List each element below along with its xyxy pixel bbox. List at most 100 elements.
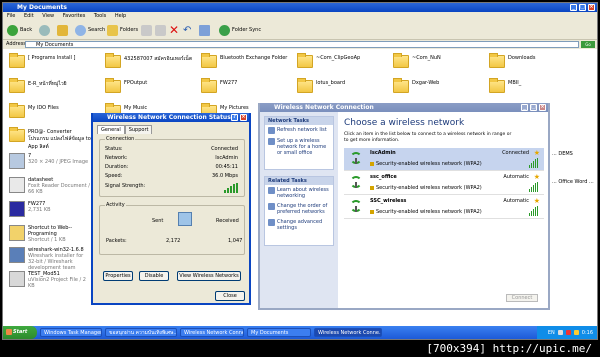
menu-edit[interactable]: Edit xyxy=(24,13,34,19)
list-item[interactable]: 7 320 × 240 / JPEG Image xyxy=(9,153,91,169)
list-item[interactable]: datasheet Foxit Reader Document / 66 KB xyxy=(9,177,91,195)
list-item[interactable]: MBII_ xyxy=(489,78,579,93)
close-button[interactable]: × xyxy=(588,4,595,11)
packets-sent-value: 2,172 xyxy=(166,238,181,244)
taskbar-item[interactable]: Wireless Network Conne... xyxy=(180,328,244,337)
folder-icon xyxy=(201,78,217,93)
list-item[interactable]: [ Programs Install ] xyxy=(9,53,99,68)
menu-view[interactable]: View xyxy=(42,13,54,19)
preferred-star-icon: ★ xyxy=(533,173,540,181)
folder-icon xyxy=(9,127,25,142)
list-item[interactable]: wireshark-win32-1.6.8 Wireshark installer… xyxy=(9,247,91,271)
tab-support[interactable]: Support xyxy=(124,125,153,134)
list-item[interactable]: FW277 2,731 KB xyxy=(9,201,91,217)
speaker-tray-icon[interactable] xyxy=(573,330,579,335)
wireless-antenna-icon xyxy=(350,200,362,212)
menu-favorites[interactable]: Favorites xyxy=(63,13,86,19)
list-item[interactable]: lotus_board xyxy=(297,78,387,93)
address-input[interactable]: My Documents xyxy=(25,41,579,48)
explorer-titlebar[interactable]: My Documents _ □ × xyxy=(3,3,597,12)
list-item[interactable]: My IDO Files xyxy=(9,103,99,118)
taskbar-item-active[interactable]: Wireless Network Conne... xyxy=(314,328,382,337)
network-tray-icon[interactable] xyxy=(557,330,563,335)
network-item-ssc-wireless[interactable]: SSC_wireless Automatic ★ Security-enable… xyxy=(344,196,544,219)
packets-received-value: 1,047 xyxy=(228,238,243,244)
refresh-icon xyxy=(268,127,275,134)
list-item[interactable]: Bluetooth Exchange Folder xyxy=(201,53,291,68)
start-button[interactable]: Start xyxy=(3,326,37,339)
exe-file-icon xyxy=(9,201,25,217)
language-indicator[interactable]: EN xyxy=(548,330,555,336)
properties-button[interactable]: Properties xyxy=(103,271,133,281)
list-item[interactable]: TEST_Mod51 uVision2 Project File / 2 KB xyxy=(9,271,91,289)
minimize-button[interactable]: _ xyxy=(570,4,577,11)
up-folder-button[interactable] xyxy=(57,24,68,36)
clipped-item-text: ... DEMS xyxy=(552,151,573,157)
view-wireless-networks-button[interactable]: View Wireless Networks xyxy=(177,271,241,281)
list-item[interactable]: FPOutput xyxy=(105,78,195,93)
list-item[interactable]: Downloads xyxy=(489,53,579,68)
maximize-button[interactable]: □ xyxy=(579,4,586,11)
close-dialog-button[interactable]: Close xyxy=(215,291,245,301)
received-label: Received xyxy=(216,218,239,224)
taskbar-item[interactable]: My Documents xyxy=(247,328,311,337)
disable-button[interactable]: Disable xyxy=(139,271,169,281)
status-titlebar[interactable]: Wireless Network Connection Status ? × xyxy=(93,113,249,122)
list-item[interactable]: FW277 xyxy=(201,78,291,93)
up-folder-icon xyxy=(57,24,68,36)
advanced-settings-link[interactable]: Change advanced settings xyxy=(265,217,333,233)
connect-button[interactable]: Connect xyxy=(506,294,538,302)
help-button[interactable]: ? xyxy=(231,114,238,121)
desktop-screen: My Documents _ □ × File Edit View Favori… xyxy=(2,2,598,340)
list-item[interactable]: ~Com_NuN xyxy=(393,53,483,68)
taskbar-item[interactable]: ขอสนุกผ่าน ความบันเทิงพิเศษ... xyxy=(105,328,177,337)
list-item[interactable]: PRO@- Converter โปรแกรม แปลงไฟล์ข้อมูล t… xyxy=(9,127,91,151)
tab-general[interactable]: General xyxy=(97,125,125,134)
network-item-ssc-office[interactable]: ssc_office Automatic ★ Security-enabled … xyxy=(344,172,544,195)
taskbar-item[interactable]: Windows Task Manager xyxy=(40,328,102,337)
status-value: Connected xyxy=(211,146,238,152)
folder-sync-button[interactable]: Folder Sync xyxy=(219,24,261,36)
lock-icon xyxy=(370,185,374,190)
change-order-link[interactable]: Change the order of preferred networks xyxy=(265,201,333,217)
go-button[interactable]: Go xyxy=(581,41,595,48)
menu-help[interactable]: Help xyxy=(115,13,126,19)
search-button[interactable]: Search xyxy=(75,24,105,36)
security-tray-icon[interactable] xyxy=(565,330,571,335)
signal-bars xyxy=(529,206,538,216)
close-button[interactable]: × xyxy=(539,104,546,111)
close-button[interactable]: × xyxy=(240,114,247,121)
copy-to-button[interactable] xyxy=(155,24,166,36)
network-item-iscadmin[interactable]: IscAdmin Connected ★ Security-enabled wi… xyxy=(344,148,544,171)
packets-label: Packets: xyxy=(106,238,127,244)
views-button[interactable] xyxy=(199,24,210,36)
back-button[interactable]: Back xyxy=(7,24,32,36)
menu-bar: File Edit View Favorites Tools Help xyxy=(3,12,597,20)
list-item[interactable]: 432587007 สมัครอินเทอร์เน็ต xyxy=(105,53,195,68)
maximize-button[interactable]: □ xyxy=(530,104,537,111)
delete-button[interactable]: ✕ xyxy=(169,23,179,37)
pdf-file-icon xyxy=(9,177,25,193)
project-file-icon xyxy=(9,271,25,287)
search-icon xyxy=(75,24,86,36)
move-to-button[interactable] xyxy=(141,24,152,36)
learn-wireless-link[interactable]: Learn about wireless networking xyxy=(265,185,333,201)
forward-arrow-icon xyxy=(39,24,50,36)
undo-icon: ↶ xyxy=(183,24,192,36)
folder-icon xyxy=(201,53,217,68)
lock-icon xyxy=(370,209,374,214)
menu-tools[interactable]: Tools xyxy=(94,13,106,19)
refresh-network-list-link[interactable]: Refresh network list xyxy=(265,125,333,136)
wireless-titlebar[interactable]: Wireless Network Connection _ □ × xyxy=(260,103,548,112)
undo-button[interactable]: ↶ xyxy=(183,24,191,36)
list-item[interactable]: Dxgar-Web xyxy=(393,78,483,93)
list-item[interactable]: ~Com_ClipGeoAp xyxy=(297,53,387,68)
minimize-button[interactable]: _ xyxy=(521,104,528,111)
menu-file[interactable]: File xyxy=(7,13,15,19)
list-item[interactable]: Shortcut to Web--Programing Shortcut / 1 … xyxy=(9,225,91,243)
setup-wireless-link[interactable]: Set up a wireless network for a home or … xyxy=(265,136,333,158)
list-item[interactable]: E-R_หน้าที่หมู่ไวยิ xyxy=(9,78,99,93)
folders-button[interactable]: Folders xyxy=(107,24,138,36)
forward-button[interactable] xyxy=(39,24,50,36)
star-icon xyxy=(268,203,275,210)
